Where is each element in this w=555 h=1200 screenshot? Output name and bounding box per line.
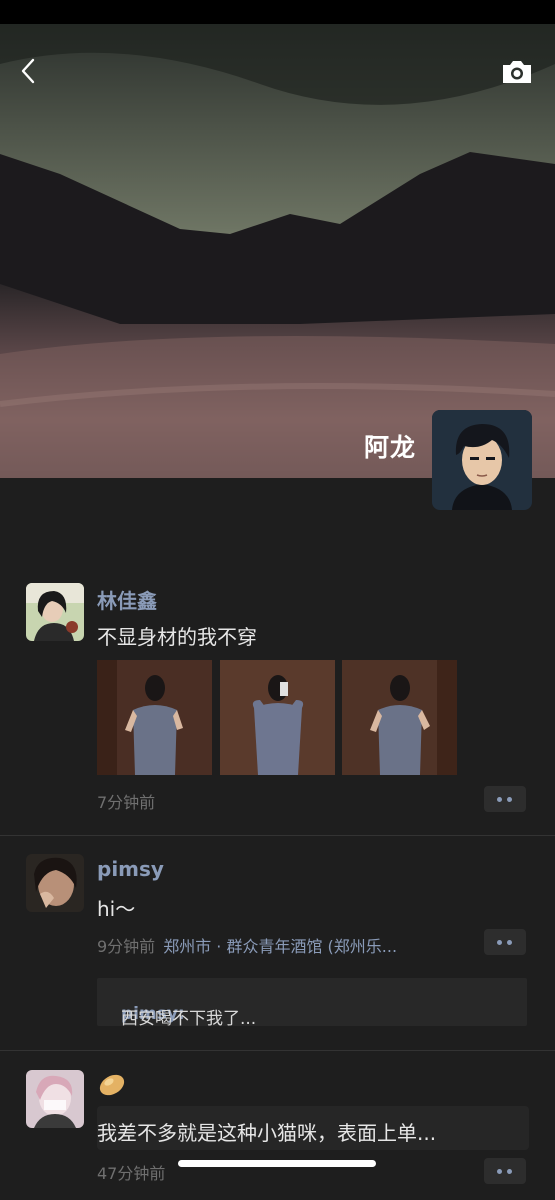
post-text[interactable]: 我差不多就是这种小猫咪，表面上单...	[97, 1117, 436, 1146]
post-text: 不显身材的我不穿	[97, 625, 257, 649]
divider	[0, 1050, 555, 1051]
profile-name[interactable]: 阿龙	[340, 428, 416, 464]
post-nickname[interactable]: 林佳鑫	[97, 585, 157, 614]
post-text: hi～	[97, 897, 136, 921]
post-avatar[interactable]	[26, 1070, 84, 1128]
comment-box: pimsy: 西安喝不下我了...	[97, 978, 527, 1029]
post-time: 7分钟前	[97, 793, 156, 812]
chevron-left-icon	[21, 58, 35, 84]
post-avatar[interactable]	[26, 854, 84, 912]
post-photo[interactable]	[97, 660, 212, 775]
post-time: 9分钟前	[97, 937, 156, 956]
more-actions-button[interactable]	[484, 929, 526, 955]
status-bar	[0, 0, 555, 24]
post-location[interactable]: 郑州市 · 群众青年酒馆 (郑州乐...	[163, 937, 397, 956]
more-actions-button[interactable]	[484, 1158, 526, 1184]
camera-button[interactable]	[500, 58, 534, 86]
more-actions-button[interactable]	[484, 786, 526, 812]
moments-screen: 阿龙 林佳鑫 不显身材的我不穿 7分钟前 pimsy hi～ 9分钟前 郑州市 …	[0, 0, 555, 1200]
emoji-nickname-icon[interactable]	[97, 1069, 127, 1099]
post-time-row: 9分钟前 郑州市 · 群众青年酒馆 (郑州乐...	[97, 933, 397, 957]
divider	[0, 835, 555, 836]
post-photo[interactable]	[220, 660, 335, 775]
post-time: 47分钟前	[97, 1164, 166, 1183]
back-button[interactable]	[14, 56, 44, 86]
profile-avatar[interactable]	[432, 410, 532, 510]
post-nickname[interactable]: pimsy	[97, 857, 164, 881]
comment-text: 西安喝不下我了...	[121, 1009, 257, 1029]
camera-icon	[503, 61, 531, 83]
post-avatar[interactable]	[26, 583, 84, 641]
post-photo[interactable]	[342, 660, 457, 775]
home-indicator[interactable]	[178, 1160, 376, 1167]
